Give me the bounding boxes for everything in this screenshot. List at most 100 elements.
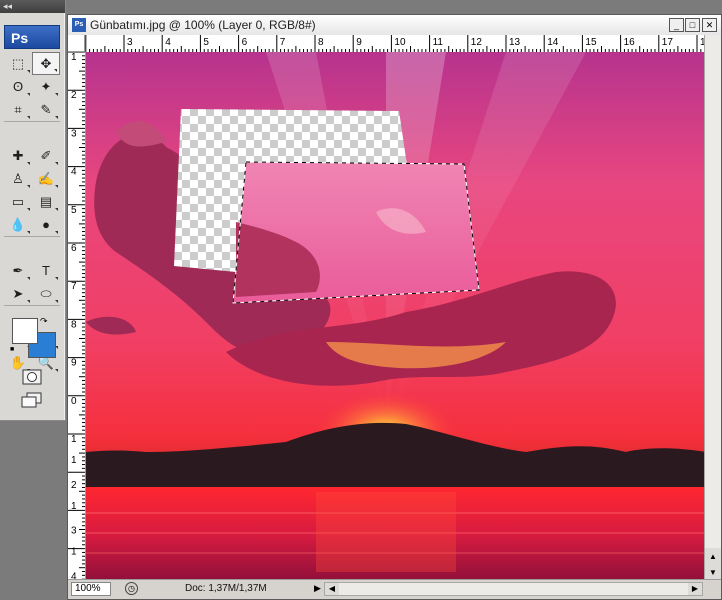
screen-mode-icon <box>21 392 42 408</box>
ruler-label: 9 <box>71 358 77 369</box>
ruler-label: 1 <box>71 434 77 445</box>
document-window: Ps Günbatımı.jpg @ 100% (Layer 0, RGB/8#… <box>67 14 722 600</box>
eraser-tool-icon: ▭ <box>11 193 25 209</box>
ruler-label: 3 <box>127 37 133 48</box>
ruler-label: 12 <box>471 37 483 48</box>
horizontal-scrollbar[interactable]: ◀ ▶ <box>324 582 703 596</box>
gradient-tool-icon: ▤ <box>39 193 53 209</box>
foreground-color-swatch[interactable] <box>12 318 38 344</box>
document-titlebar[interactable]: Ps Günbatımı.jpg @ 100% (Layer 0, RGB/8#… <box>68 15 721 36</box>
quick-mask-button[interactable] <box>18 367 46 387</box>
blur-tool-button[interactable]: 💧 <box>4 213 32 236</box>
ruler-label: 2 <box>71 480 77 491</box>
crop-tool-icon: ⌗ <box>14 101 22 117</box>
scroll-down-arrow-icon[interactable]: ▼ <box>705 564 721 580</box>
ruler-label: 7 <box>280 37 286 48</box>
ruler-label: 1 <box>71 455 77 466</box>
move-tool-button[interactable]: ✥ <box>32 52 60 75</box>
tools-panel: ◂◂ Ps ⬚✥ʘ✦⌗✎✚✐♙✍▭▤💧●✒T➤⬭▱✑✋🔍 ■ ↷ <box>0 0 66 421</box>
status-info-icon[interactable]: ◷ <box>125 582 138 595</box>
history-brush-tool-icon: ✍ <box>37 170 55 186</box>
shape-tool-icon: ⬭ <box>40 285 52 301</box>
lasso-tool-button[interactable]: ʘ <box>4 75 32 98</box>
ruler-label: 15 <box>585 37 597 48</box>
document-icon: Ps <box>72 18 86 32</box>
dodge-tool-icon: ● <box>42 217 50 232</box>
zoom-level-field[interactable]: 100% <box>71 582 111 596</box>
scroll-left-arrow-icon[interactable]: ◀ <box>325 583 339 595</box>
ruler-label: 8 <box>318 37 324 48</box>
ruler-label: 6 <box>242 37 248 48</box>
ruler-label: 7 <box>71 281 77 292</box>
type-tool-button[interactable]: T <box>32 259 60 282</box>
document-title: Günbatımı.jpg @ 100% (Layer 0, RGB/8#) <box>90 18 316 32</box>
ruler-label: 4 <box>165 37 171 48</box>
magic-wand-tool-button[interactable]: ✦ <box>32 75 60 98</box>
default-colors-icon[interactable]: ■ <box>10 346 18 354</box>
image-canvas[interactable] <box>86 52 706 582</box>
scroll-right-arrow-icon[interactable]: ▶ <box>688 583 702 595</box>
maximize-button[interactable]: □ <box>685 18 700 32</box>
ruler-label: 5 <box>71 205 77 216</box>
eraser-tool-button[interactable]: ▭ <box>4 190 32 213</box>
marquee-tool-button[interactable]: ⬚ <box>4 52 32 75</box>
ruler-label: 1 <box>71 501 77 512</box>
slice-tool-icon: ✎ <box>40 101 52 117</box>
shape-tool-button[interactable]: ⬭ <box>32 282 60 305</box>
color-swatches: ■ ↷ <box>8 316 58 362</box>
document-size-info: Doc: 1,37M/1,37M <box>185 583 267 594</box>
close-button[interactable]: ✕ <box>702 18 717 32</box>
tool-separator <box>4 121 60 122</box>
ruler-label: 5 <box>203 37 209 48</box>
healing-brush-tool-icon: ✚ <box>12 147 24 163</box>
ruler-label: 6 <box>71 243 77 254</box>
path-selection-tool-icon: ➤ <box>12 285 24 301</box>
swap-colors-icon[interactable]: ↷ <box>40 316 48 327</box>
crop-tool-button[interactable]: ⌗ <box>4 98 32 121</box>
path-selection-tool-button[interactable]: ➤ <box>4 282 32 305</box>
brush-tool-icon: ✐ <box>40 147 52 163</box>
tool-separator <box>4 305 60 306</box>
ruler-label: 3 <box>71 526 77 537</box>
slice-tool-button[interactable]: ✎ <box>32 98 60 121</box>
ruler-origin[interactable] <box>68 35 85 52</box>
ruler-label: 13 <box>509 37 521 48</box>
blur-tool-icon: 💧 <box>9 216 27 232</box>
scroll-up-arrow-icon[interactable]: ▲ <box>705 548 721 564</box>
quick-mask-icon <box>22 369 42 385</box>
ruler-label: 14 <box>547 37 559 48</box>
gradient-tool-button[interactable]: ▤ <box>32 190 60 213</box>
screen-mode-button[interactable] <box>18 390 46 410</box>
panel-grip[interactable]: ◂◂ <box>0 0 65 13</box>
tool-separator <box>4 236 60 237</box>
lasso-tool-icon: ʘ <box>12 79 24 94</box>
sunset-photo <box>86 52 706 582</box>
history-brush-tool-button[interactable]: ✍ <box>32 167 60 190</box>
clone-stamp-tool-button[interactable]: ♙ <box>4 167 32 190</box>
clone-stamp-tool-icon: ♙ <box>12 170 24 186</box>
brush-tool-button[interactable]: ✐ <box>32 144 60 167</box>
ruler-label: 1 <box>71 547 77 558</box>
magic-wand-tool-icon: ✦ <box>40 78 52 94</box>
ruler-label: 9 <box>356 37 362 48</box>
vertical-ruler[interactable]: 12345678901121314 <box>68 52 86 580</box>
type-tool-icon: T <box>42 263 50 278</box>
ruler-label: 11 <box>433 37 444 48</box>
status-bar: 100% ◷ Doc: 1,37M/1,37M ▶ ◀ ▶ <box>68 579 721 599</box>
pen-tool-button[interactable]: ✒ <box>4 259 32 282</box>
ruler-label: 2 <box>71 90 77 101</box>
photoshop-logo[interactable]: Ps <box>4 25 60 49</box>
dodge-tool-button[interactable]: ● <box>32 213 60 236</box>
vertical-scrollbar[interactable]: ▲ ▼ <box>704 35 721 580</box>
ruler-label: 8 <box>71 319 77 330</box>
minimize-button[interactable]: _ <box>669 18 684 32</box>
healing-brush-tool-button[interactable]: ✚ <box>4 144 32 167</box>
ruler-label: 1 <box>71 52 77 63</box>
marquee-tool-icon: ⬚ <box>11 55 25 71</box>
ruler-label: 10 <box>394 37 406 48</box>
ruler-label: 0 <box>71 396 77 407</box>
ruler-label: 17 <box>662 37 674 48</box>
ruler-label: 16 <box>624 37 636 48</box>
status-menu-arrow-icon[interactable]: ▶ <box>314 583 321 594</box>
horizontal-ruler[interactable]: 3456789101112131415161718 <box>85 35 704 53</box>
